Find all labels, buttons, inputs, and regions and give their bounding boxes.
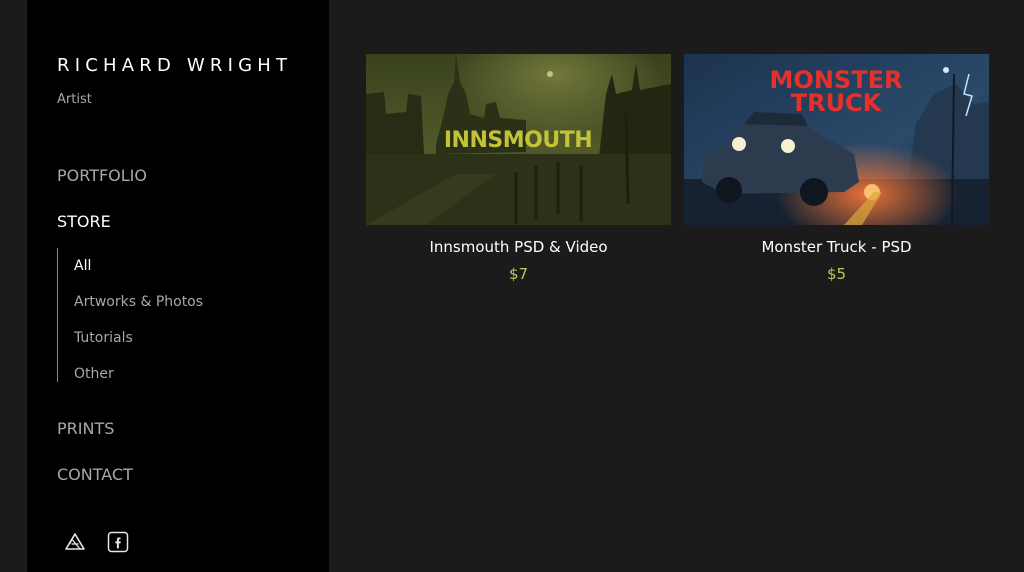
product-title[interactable]: Monster Truck - PSD xyxy=(684,238,989,256)
subnav-other[interactable]: Other xyxy=(74,366,114,382)
nav-prints[interactable]: PRINTS xyxy=(57,419,114,438)
facebook-icon[interactable] xyxy=(107,531,129,553)
subnav-tutorials[interactable]: Tutorials xyxy=(74,330,133,346)
sidebar: RICHARD WRIGHT Artist PORTFOLIO STORE Al… xyxy=(27,0,329,572)
product-price: $7 xyxy=(508,265,529,283)
nav-contact[interactable]: CONTACT xyxy=(57,465,133,484)
product-price: $5 xyxy=(826,265,847,283)
thumbnail-logo-text-line2: TRUCK xyxy=(791,89,883,117)
site-subtitle: Artist xyxy=(57,92,92,107)
product-thumbnail[interactable]: MONSTER TRUCK xyxy=(684,54,989,225)
subnav-artworks-photos[interactable]: Artworks & Photos xyxy=(74,294,203,310)
nav-store[interactable]: STORE xyxy=(57,212,111,231)
product-card[interactable]: MONSTER TRUCK Monster Truck - PSD $5 xyxy=(684,54,989,283)
site-title[interactable]: RICHARD WRIGHT xyxy=(57,55,292,76)
subnav-all[interactable]: All xyxy=(74,258,91,274)
store-grid: INNSMOUTH Innsmouth PSD & Video $7 MONST… xyxy=(329,0,1024,572)
product-thumbnail[interactable]: INNSMOUTH xyxy=(366,54,671,225)
product-card[interactable]: INNSMOUTH Innsmouth PSD & Video $7 xyxy=(366,54,671,283)
nav-portfolio[interactable]: PORTFOLIO xyxy=(57,166,147,185)
artstation-icon[interactable] xyxy=(64,531,86,553)
left-gutter xyxy=(0,0,27,572)
store-subnav: All Artworks & Photos Tutorials Other xyxy=(57,248,297,382)
thumbnail-logo-text: INNSMOUTH xyxy=(444,128,592,153)
product-title[interactable]: Innsmouth PSD & Video xyxy=(366,238,671,256)
